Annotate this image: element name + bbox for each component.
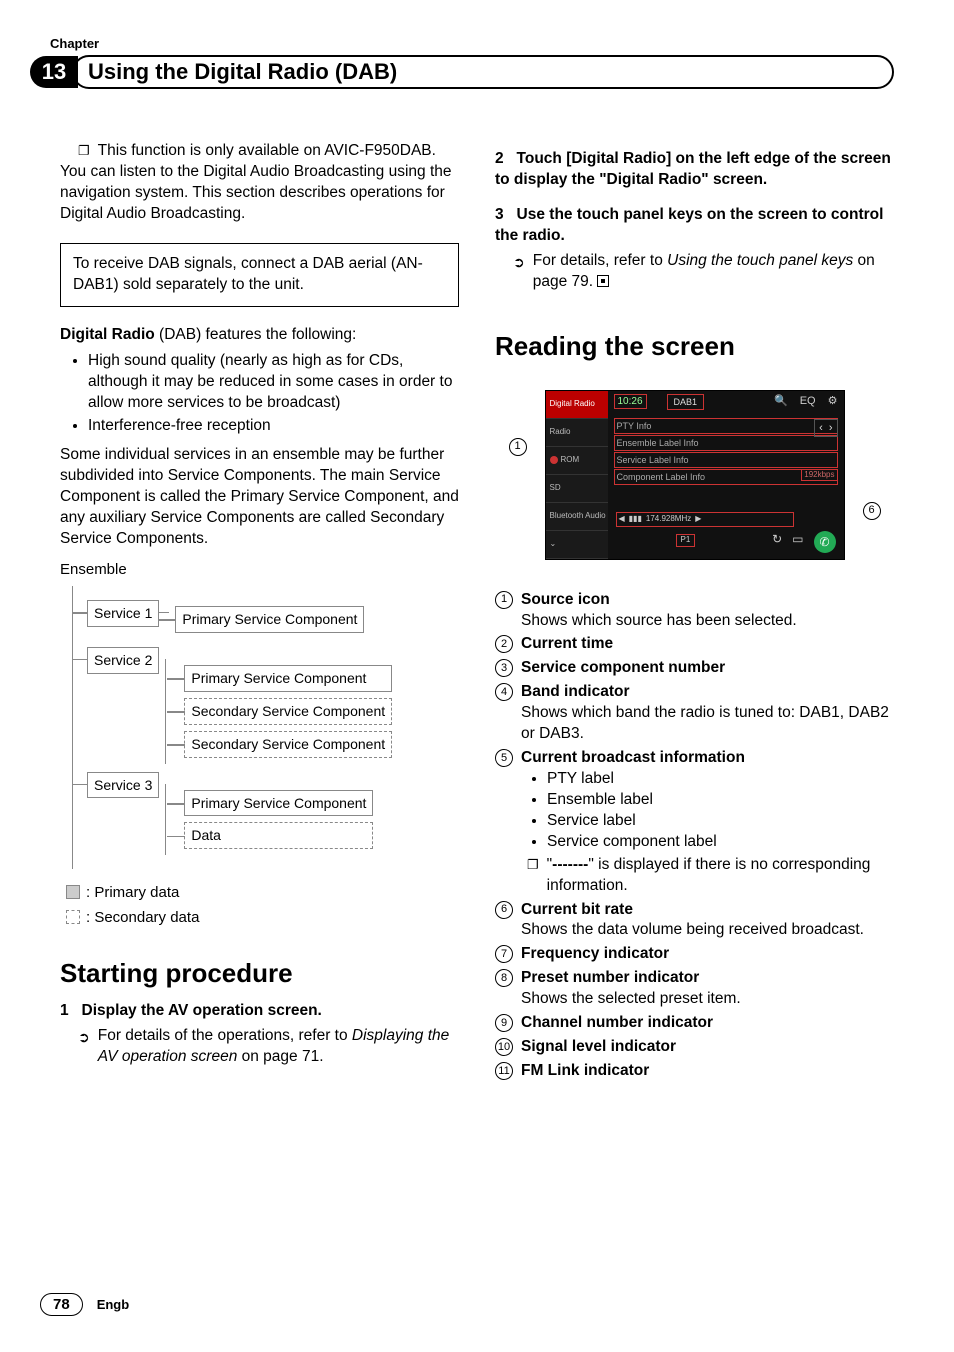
bitrate-indicator: 192kbps xyxy=(801,469,837,482)
prev-next-arrows: ‹› xyxy=(814,419,837,438)
callout-6: 6 xyxy=(863,502,881,520)
chapter-label: Chapter xyxy=(50,36,894,51)
info-bullet: Service component label xyxy=(547,832,894,853)
preset-indicator: P1 xyxy=(676,534,696,547)
page-footer: 78 Engb xyxy=(40,1293,129,1316)
eq-icon: EQ xyxy=(800,394,816,409)
step-1: 1 Display the AV operation screen. xyxy=(60,1001,459,1022)
step-1-reference: For details of the operations, refer to … xyxy=(78,1026,459,1068)
frequency-value: 174.928MHz xyxy=(646,514,691,525)
source-radio: Radio xyxy=(546,419,608,447)
feature-item: High sound quality (nearly as high as fo… xyxy=(88,351,459,414)
page-title: Using the Digital Radio (DAB) xyxy=(72,55,894,89)
source-digital-radio: Digital Radio xyxy=(546,391,608,419)
item-number: 8 xyxy=(495,969,513,987)
step-2: 2 Touch [Digital Radio] on the left edge… xyxy=(495,149,894,191)
gear-icon: ⚙ xyxy=(828,394,838,409)
item-number: 1 xyxy=(495,591,513,609)
tree-service-2: Service 2 xyxy=(87,647,159,674)
screen-illustration: 1 2 3 4 5 6 7 8 9 10 11 Digital Radio Ra… xyxy=(515,390,875,560)
item-number: 10 xyxy=(495,1038,513,1056)
chevron-right-icon: ▶ xyxy=(695,514,701,525)
list-icon: ▭ xyxy=(792,531,803,553)
tree-primary-component: Primary Service Component xyxy=(184,790,373,817)
ensemble-tree-label: Ensemble xyxy=(60,560,459,580)
band-indicator: DAB1 xyxy=(667,394,705,410)
legend-swatch-dashed xyxy=(66,910,80,924)
chevron-left-icon: ◀ xyxy=(619,514,625,525)
tree-secondary-component: Secondary Service Component xyxy=(184,698,392,725)
step-3-reference: For details, refer to Using the touch pa… xyxy=(513,251,894,293)
item-number: 5 xyxy=(495,749,513,767)
feature-item: Interference-free reception xyxy=(88,416,459,437)
legend-swatch-solid xyxy=(66,885,80,899)
features-lead: Digital Radio (DAB) features the followi… xyxy=(60,325,459,346)
phone-icon: ✆ xyxy=(814,531,836,553)
service-info: Service Label Info xyxy=(614,452,838,468)
aerial-note-box: To receive DAB signals, connect a DAB ae… xyxy=(60,243,459,307)
source-sidebar: Digital Radio Radio ROM SD Bluetooth Aud… xyxy=(546,391,608,559)
tree-legend: : Primary data : Secondary data xyxy=(66,883,459,928)
signal-icon: ▮▮▮ xyxy=(629,514,642,525)
note-icon xyxy=(527,855,547,897)
ensemble-tree: Service 1 Primary Service Component Serv… xyxy=(72,586,459,869)
step-3: 3 Use the touch panel keys on the screen… xyxy=(495,205,894,247)
tree-secondary-component: Secondary Service Component xyxy=(184,731,392,758)
info-bullet: Service label xyxy=(547,811,894,832)
item-number: 2 xyxy=(495,635,513,653)
note-icon xyxy=(78,141,98,162)
item-number: 9 xyxy=(495,1014,513,1032)
item-number: 4 xyxy=(495,683,513,701)
screen-item-list: 1 Source iconShows which source has been… xyxy=(495,590,894,1082)
chevron-right-icon: › xyxy=(829,421,833,436)
pty-info: PTY Info xyxy=(614,418,838,434)
item-number: 11 xyxy=(495,1062,513,1080)
tree-data-component: Data xyxy=(184,822,373,849)
right-column: 2 Touch [Digital Radio] on the left edge… xyxy=(495,141,894,1085)
history-icon: ↻ xyxy=(772,531,782,553)
info-bullet: PTY label xyxy=(547,769,894,790)
frequency-row: ◀ ▮▮▮ 174.928MHz ▶ xyxy=(616,512,794,527)
clock-display: 10:26 xyxy=(614,394,647,410)
source-more-icon: ⌄ xyxy=(546,531,608,559)
source-sd: SD xyxy=(546,475,608,503)
left-column: This function is only available on AVIC-… xyxy=(60,141,459,1085)
reading-screen-heading: Reading the screen xyxy=(495,329,894,364)
chevron-left-icon: ‹ xyxy=(819,421,823,436)
end-mark-icon xyxy=(597,275,609,287)
tree-service-1: Service 1 xyxy=(87,600,159,627)
tree-primary-component: Primary Service Component xyxy=(184,665,392,692)
ensemble-info: Ensemble Label Info xyxy=(614,435,838,451)
chapter-number-badge: 13 xyxy=(30,56,78,88)
callout-1: 1 xyxy=(509,438,527,456)
source-rom: ROM xyxy=(546,447,608,475)
intro-paragraph: You can listen to the Digital Audio Broa… xyxy=(60,162,459,225)
tree-primary-component: Primary Service Component xyxy=(175,606,364,633)
item-number: 7 xyxy=(495,945,513,963)
ensemble-paragraph: Some individual services in an ensemble … xyxy=(60,445,459,550)
tree-service-3: Service 3 xyxy=(87,772,159,799)
page-number: 78 xyxy=(40,1293,83,1316)
language-code: Engb xyxy=(97,1297,130,1312)
info-bullet: Ensemble label xyxy=(547,790,894,811)
starting-procedure-heading: Starting procedure xyxy=(60,956,459,991)
source-bluetooth: Bluetooth Audio xyxy=(546,503,608,531)
features-list: High sound quality (nearly as high as fo… xyxy=(60,351,459,437)
page-header: 13 Using the Digital Radio (DAB) xyxy=(30,55,894,89)
item-number: 6 xyxy=(495,901,513,919)
item-number: 3 xyxy=(495,659,513,677)
search-icon: 🔍 xyxy=(774,394,788,409)
availability-note: This function is only available on AVIC-… xyxy=(98,141,459,162)
